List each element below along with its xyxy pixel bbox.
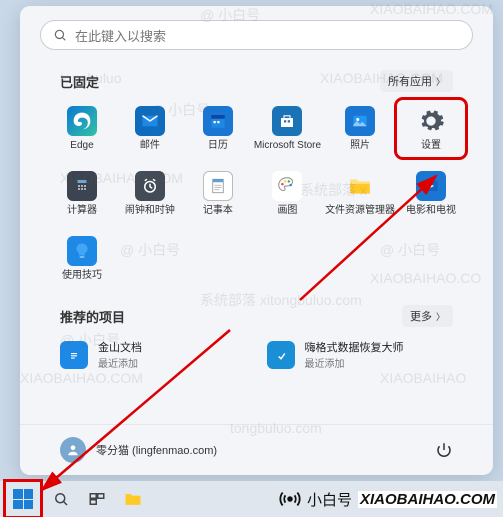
- app-movies[interactable]: 电影和电视: [399, 167, 463, 220]
- app-calendar[interactable]: 日历: [186, 102, 250, 155]
- app-photos[interactable]: 照片: [325, 102, 395, 155]
- rec-title: 嗨格式数据恢复大师: [305, 339, 404, 355]
- app-label: 闹钟和时钟: [125, 205, 175, 216]
- edge-icon: [67, 106, 97, 136]
- document-icon: [60, 341, 88, 369]
- calendar-icon: [203, 106, 233, 136]
- tips-icon: [67, 236, 97, 266]
- app-notepad[interactable]: 记事本: [186, 167, 250, 220]
- app-explorer[interactable]: 文件资源管理器: [325, 167, 395, 220]
- app-label: 邮件: [140, 140, 160, 151]
- folder-icon: [345, 171, 375, 201]
- branding-cn: 小白号: [307, 489, 352, 510]
- more-label: 更多: [410, 308, 432, 324]
- start-button[interactable]: [8, 484, 38, 514]
- more-button[interactable]: 更多 〉: [402, 305, 453, 327]
- branding-en: XIAOBAIHAO.COM: [358, 491, 497, 508]
- recommended-list: 金山文档 最近添加 嗨格式数据恢复大师 最近添加: [20, 335, 493, 374]
- app-label: 计算器: [67, 205, 97, 216]
- search-icon: [53, 28, 67, 42]
- app-store[interactable]: Microsoft Store: [254, 102, 321, 155]
- user-bar: 零分猫 (lingfenmao.com): [20, 424, 493, 475]
- chevron-right-icon: 〉: [436, 75, 445, 88]
- rec-title: 金山文档: [98, 339, 142, 355]
- rec-subtitle: 最近添加: [98, 355, 142, 370]
- recommended-item-recovery[interactable]: 嗨格式数据恢复大师 最近添加: [267, 339, 454, 370]
- pinned-title: 已固定: [60, 72, 99, 91]
- start-menu: 在此键入以搜索 已固定 所有应用 〉 Edge 邮件 日历: [20, 6, 493, 475]
- paint-icon: [272, 171, 302, 201]
- recommended-title: 推荐的项目: [60, 307, 125, 326]
- taskbar-explorer[interactable]: [120, 486, 146, 512]
- taskbar-taskview[interactable]: [84, 486, 110, 512]
- recovery-icon: [267, 341, 295, 369]
- app-label: 日历: [208, 140, 228, 151]
- all-apps-label: 所有应用: [388, 73, 432, 89]
- notepad-icon: [203, 171, 233, 201]
- app-label: 记事本: [203, 205, 233, 216]
- store-icon: [272, 106, 302, 136]
- photos-icon: [345, 106, 375, 136]
- recommended-item-wps[interactable]: 金山文档 最近添加: [60, 339, 247, 370]
- search-placeholder: 在此键入以搜索: [75, 26, 166, 45]
- app-tips[interactable]: 使用技巧: [50, 232, 114, 285]
- search-bar[interactable]: 在此键入以搜索: [40, 20, 473, 50]
- user-account[interactable]: 零分猫 (lingfenmao.com): [60, 437, 217, 463]
- clock-icon: [135, 171, 165, 201]
- avatar-icon: [60, 437, 86, 463]
- user-name: 零分猫 (lingfenmao.com): [96, 442, 217, 458]
- rec-subtitle: 最近添加: [305, 355, 404, 370]
- app-label: Microsoft Store: [254, 140, 321, 151]
- windows-logo-icon: [13, 489, 33, 509]
- app-edge[interactable]: Edge: [50, 102, 114, 155]
- app-label: 使用技巧: [62, 270, 102, 281]
- all-apps-button[interactable]: 所有应用 〉: [380, 70, 453, 92]
- gear-icon: [416, 106, 446, 136]
- app-label: 设置: [421, 140, 441, 151]
- mail-icon: [135, 106, 165, 136]
- app-label: 照片: [350, 140, 370, 151]
- movies-icon: [416, 171, 446, 201]
- app-label: 文件资源管理器: [325, 205, 395, 216]
- app-mail[interactable]: 邮件: [118, 102, 182, 155]
- app-label: 电影和电视: [406, 205, 456, 216]
- app-clock[interactable]: 闹钟和时钟: [118, 167, 182, 220]
- app-paint[interactable]: 画图: [254, 167, 321, 220]
- power-icon[interactable]: [435, 441, 453, 459]
- app-label: 画图: [277, 205, 297, 216]
- app-calculator[interactable]: 计算器: [50, 167, 114, 220]
- branding-overlay: 小白号 XIAOBAIHAO.COM: [279, 485, 497, 513]
- taskbar-search[interactable]: [48, 486, 74, 512]
- app-label: Edge: [70, 140, 93, 151]
- broadcast-icon: [279, 488, 301, 510]
- chevron-right-icon: 〉: [436, 310, 445, 323]
- app-settings[interactable]: 设置: [399, 102, 463, 155]
- calculator-icon: [67, 171, 97, 201]
- pinned-apps-grid: Edge 邮件 日历 Microsoft Store 照片: [20, 100, 493, 287]
